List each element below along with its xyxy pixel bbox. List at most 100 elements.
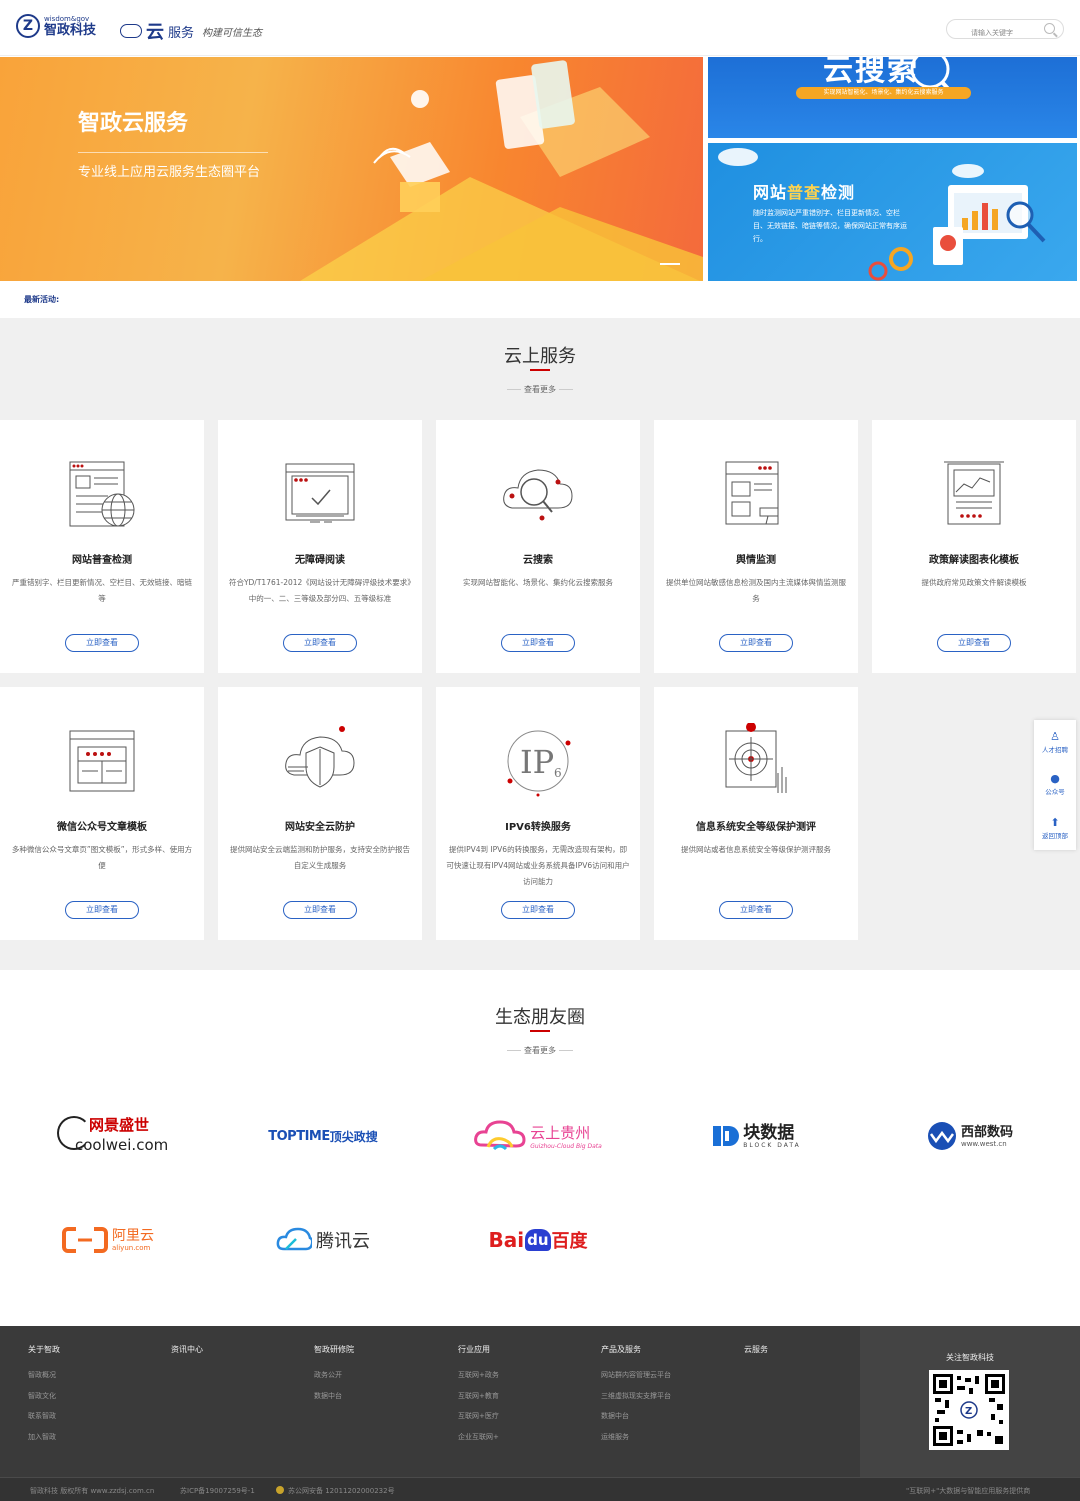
service-card-title: 微信公众号文章模板: [57, 822, 147, 833]
cloud-char: 云: [146, 22, 164, 43]
svg-text:6: 6: [554, 766, 562, 780]
service-card[interactable]: 网站普查检测 严重错别字、栏目更新情况、空栏目、无效链接、暗链等 立即查看: [0, 420, 204, 673]
partner-guizhou-cloud-logo[interactable]: 云上贵州 Guizhou-Cloud Big Data: [448, 1106, 628, 1166]
service-card[interactable]: 政策解读图表化模板 提供政府常见政策文件解读模板 立即查看: [872, 420, 1076, 673]
service-card[interactable]: 无障碍阅读 符合YD/T1761-2012《网站设计无障碍评级技术要求》中的一、…: [218, 420, 422, 673]
arrow-up-icon: ⬆: [1050, 816, 1060, 829]
cloud-search-icon: [503, 469, 573, 521]
cloud-shield-icon: [285, 726, 355, 788]
accessibility-icon: [285, 463, 355, 523]
search-box: [946, 19, 1064, 42]
news-label: 最新活动:: [24, 295, 60, 304]
floating-sidebar: ♙ 人才招聘 ● 公众号 ⬆ 返回顶部: [1034, 720, 1076, 850]
service-card-desc: 实现网站智能化、场景化、集约化云搜索服务: [463, 578, 613, 587]
view-now-button[interactable]: 立即查看: [719, 901, 793, 919]
cloud-search-banner[interactable]: 云搜索 实现网站智能化、场景化、集约化云搜索服务: [708, 57, 1077, 138]
carousel-indicator[interactable]: [660, 263, 680, 265]
service-card-desc: 多种微信公众号文章页”图文模板”，形式多样、使用方便: [11, 845, 193, 870]
partners-more-link[interactable]: 查看更多: [0, 1045, 1080, 1056]
partners-section: 生态朋友圈 查看更多 网景盛世 coolwei.com TOPTIME 顶尖政搜 …: [0, 970, 1080, 1326]
footer-link[interactable]: 三维虚拟现实支撑平台: [601, 1386, 671, 1407]
footer-follow: 关注智政科技 Z: [860, 1326, 1080, 1477]
company-logo[interactable]: Z wisdom&gov 智政科技: [16, 14, 96, 38]
monitoring-icon: [725, 461, 779, 525]
footer-link[interactable]: 智政概况: [28, 1365, 60, 1386]
wechat-template-icon: [69, 730, 135, 792]
partner-west-logo[interactable]: 西部数码 www.west.cn: [880, 1106, 1060, 1166]
aliyun-bracket-icon: [62, 1227, 108, 1253]
main-banner[interactable]: 智政云服务 专业线上应用云服务生态圈平台: [0, 57, 703, 281]
west-wave-icon: [927, 1122, 956, 1150]
footer-link[interactable]: 互联网+教育: [458, 1386, 499, 1407]
footer: 关于智政 智政概况 智政文化 联系智政 加入智政 资讯中心 智政研修院 政务公开…: [0, 1326, 1080, 1501]
footer-link[interactable]: 网站群内容管理云平台: [601, 1365, 671, 1386]
logo-english: wisdom&gov: [44, 14, 90, 23]
footer-column-about: 关于智政 智政概况 智政文化 联系智政 加入智政: [28, 1344, 60, 1447]
services-title: 云上服务: [504, 346, 576, 367]
person-icon: ♙: [1050, 730, 1060, 743]
slogan: 构建可信生态: [202, 27, 263, 39]
search-icon[interactable]: [1044, 23, 1055, 34]
block-data-icon: [713, 1126, 740, 1146]
footer-link[interactable]: 政务公开: [314, 1365, 354, 1386]
colorful-cloud-icon: [474, 1120, 526, 1151]
services-more-link[interactable]: 查看更多: [0, 384, 1080, 395]
footer-link[interactable]: 数据中台: [314, 1386, 354, 1407]
service-card-title: 网站普查检测: [72, 555, 132, 566]
partner-coolwei-logo[interactable]: 网景盛世 coolwei.com: [18, 1106, 198, 1166]
service-card[interactable]: 舆情监测 提供单位网站敏感信息检测及国内主流媒体舆情监测服务 立即查看: [654, 420, 858, 673]
services-title-underline: [530, 369, 550, 371]
footer-link[interactable]: 智政文化: [28, 1386, 60, 1407]
service-card[interactable]: 云搜索 实现网站智能化、场景化、集约化云搜索服务 立即查看: [436, 420, 640, 673]
svg-text:IP: IP: [520, 743, 554, 781]
partner-block-data-logo[interactable]: 块数据 BLOCK DATA: [666, 1106, 846, 1166]
footer-link[interactable]: 联系智政: [28, 1406, 60, 1427]
service-card-title: 信息系统安全等级保护测评: [696, 822, 816, 833]
view-now-button[interactable]: 立即查看: [937, 634, 1011, 652]
search-input[interactable]: [947, 24, 1037, 42]
cloud-service-logo[interactable]: 云 服务 构建可信生态: [120, 18, 262, 44]
footer-link[interactable]: 互联网+政务: [458, 1365, 499, 1386]
recruitment-link[interactable]: ♙ 人才招聘: [1034, 730, 1076, 754]
footer-link[interactable]: 加入智政: [28, 1427, 60, 1448]
footer-column-products: 产品及服务 网站群内容管理云平台 三维虚拟现实支撑平台 数据中台 运维服务: [601, 1344, 671, 1447]
police-record-link[interactable]: 苏公网安备 12011202000232号: [288, 1486, 395, 1496]
service-card-desc: 严重错别字、栏目更新情况、空栏目、无效链接、暗链等: [12, 578, 192, 603]
tagline: "互联网+"大数据与智能应用服务提供商: [906, 1487, 1031, 1495]
view-now-button[interactable]: 立即查看: [501, 901, 575, 919]
partner-tencent-cloud-logo[interactable]: 腾讯云: [233, 1210, 413, 1270]
view-now-button[interactable]: 立即查看: [719, 634, 793, 652]
view-now-button[interactable]: 立即查看: [501, 634, 575, 652]
view-now-button[interactable]: 立即查看: [283, 901, 357, 919]
footer-link[interactable]: 企业互联网+: [458, 1427, 499, 1448]
copyright: 智政科技 版权所有 www.zzdsj.com.cn: [30, 1487, 155, 1495]
ipv6-icon: IP 6: [507, 730, 571, 797]
back-to-top-link[interactable]: ⬆ 返回顶部: [1034, 816, 1076, 840]
service-card[interactable]: 信息系统安全等级保护测评 提供网站或者信息系统安全等级保护测评服务 立即查看: [654, 687, 858, 940]
cloud-search-banner-tagline: 实现网站智能化、场景化、集约化云搜索服务: [796, 87, 971, 99]
service-card[interactable]: 微信公众号文章模板 多种微信公众号文章页”图文模板”，形式多样、使用方便 立即查…: [0, 687, 204, 940]
website-check-banner[interactable]: 网站普查检测 随时监测网站严重错别字、栏目更新情况、空栏目、无效链接、暗链等情况…: [708, 143, 1077, 281]
service-card[interactable]: 网站安全云防护 提供网站安全云端监测和防护服务，支持安全防护报告自定义生成服务 …: [218, 687, 422, 940]
website-check-banner-desc: 随时监测网站严重错别字、栏目更新情况、空栏目、无效链接、暗链等情况，确保网站正常…: [753, 209, 907, 243]
icp-link[interactable]: 苏ICP备19007259号-1: [180, 1486, 255, 1496]
banner-subtitle: 专业线上应用云服务生态圈平台: [78, 165, 261, 180]
view-now-button[interactable]: 立即查看: [65, 634, 139, 652]
cloud-badge-icon: [120, 24, 142, 38]
service-card-title: 政策解读图表化模板: [929, 555, 1019, 566]
footer-link[interactable]: 互联网+医疗: [458, 1406, 499, 1427]
service-card-desc: 提供网站或者信息系统安全等级保护测评服务: [681, 845, 831, 854]
partner-baidu-logo[interactable]: Bai du 百度: [448, 1210, 628, 1270]
footer-link[interactable]: 数据中台: [601, 1406, 671, 1427]
view-now-button[interactable]: 立即查看: [65, 901, 139, 919]
logo-chinese: 智政科技: [44, 22, 97, 38]
footer-link[interactable]: 运维服务: [601, 1427, 671, 1448]
baidu-paw-icon: du: [525, 1229, 551, 1251]
cloud-services-section: 云上服务 查看更多 网站普查检测 严重错别字、栏目更新情况、空栏目、无效链接、暗…: [0, 318, 1080, 970]
partner-aliyun-logo[interactable]: 阿里云 aliyun.com: [18, 1210, 198, 1270]
police-badge-icon: [276, 1486, 284, 1494]
service-card[interactable]: IP 6 IPV6转换服务 提供IPV4到 IPV6的转换服务，无需改造现有架构…: [436, 687, 640, 940]
view-now-button[interactable]: 立即查看: [283, 634, 357, 652]
partner-toptime-logo[interactable]: TOPTIME 顶尖政搜: [233, 1106, 413, 1166]
wechat-account-link[interactable]: ● 公众号: [1034, 772, 1076, 796]
